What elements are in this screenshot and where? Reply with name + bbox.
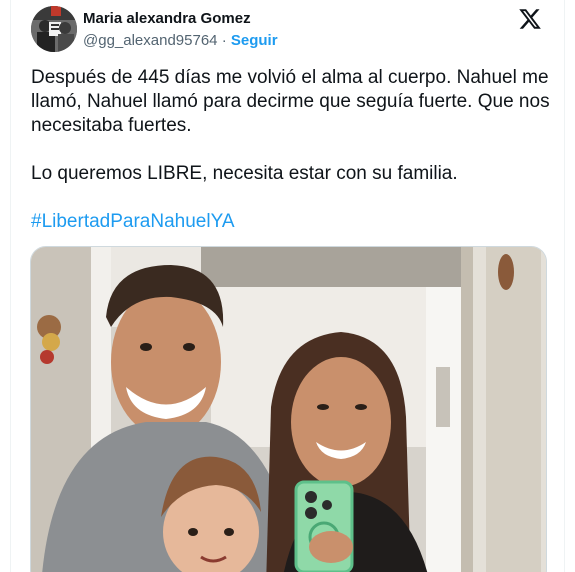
tweet-paragraph-1: Después de 445 días me volvió el alma al… — [31, 67, 550, 136]
author-handle[interactable]: @gg_alexand95764 — [83, 32, 218, 49]
avatar[interactable] — [31, 6, 77, 52]
follow-button[interactable]: Seguir — [231, 32, 278, 49]
x-logo-icon[interactable] — [518, 7, 542, 31]
tweet-photo[interactable] — [30, 246, 547, 572]
tweet-text: Después de 445 días me volvió el alma al… — [31, 66, 551, 234]
tweet-card: Maria alexandra Gomez @gg_alexand95764 ·… — [10, 0, 565, 572]
photo-illustration — [31, 247, 546, 572]
author-name[interactable]: Maria alexandra Gomez — [83, 10, 251, 27]
author-handle-row: @gg_alexand95764 · Seguir — [83, 32, 278, 49]
separator-dot: · — [221, 32, 227, 49]
tweet-paragraph-2: Lo queremos LIBRE, necesita estar con su… — [31, 163, 458, 184]
hashtag-link[interactable]: #LibertadParaNahuelYA — [31, 211, 235, 232]
